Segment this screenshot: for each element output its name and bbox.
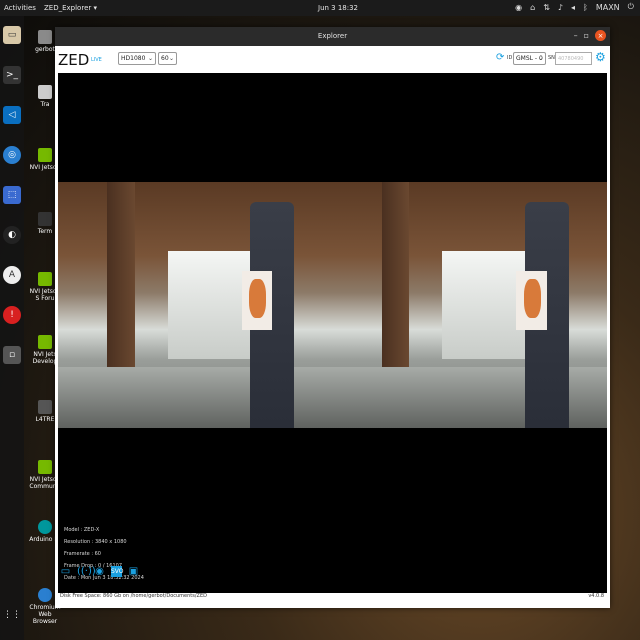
chevron-down-icon: ⌄ bbox=[537, 55, 543, 62]
sn-label: SN bbox=[548, 55, 555, 61]
top-bar: Activities ZED_Explorer ▾ Jun 3 18:32 ◉ … bbox=[0, 0, 640, 16]
camera-select[interactable]: GMSL - 0 ⌄ bbox=[513, 52, 546, 65]
action-icons: ▭ ((·)) ◉ SVO ▣ bbox=[60, 566, 139, 577]
gear-icon[interactable]: ⚙ bbox=[595, 51, 606, 63]
activities-button[interactable]: Activities bbox=[4, 4, 36, 12]
status-bar: ▭ ((·)) ◉ SVO ▣ Disk Free Space: 860 Gb … bbox=[55, 566, 610, 608]
terminal-icon[interactable]: >_ bbox=[3, 66, 21, 84]
chevron-down-icon: ⌄ bbox=[168, 55, 174, 62]
svo-icon[interactable]: SVO bbox=[111, 566, 124, 577]
vscode-icon[interactable]: ◁ bbox=[3, 106, 21, 124]
window-title: Explorer bbox=[317, 32, 348, 40]
home-icon bbox=[38, 30, 52, 44]
close-button[interactable]: × bbox=[595, 30, 606, 41]
power-icon[interactable]: ⏻ bbox=[628, 2, 634, 12]
toolbar: ZED LIVE HD1080 ⌄ 60 ⌄ ⟳ ID GMSL - 0 ⌄ S… bbox=[55, 46, 610, 73]
app-grid-icon[interactable]: ⋮⋮ bbox=[3, 606, 21, 624]
clock[interactable]: Jun 3 18:32 bbox=[318, 4, 358, 12]
stream-icon[interactable]: ((·)) bbox=[77, 566, 96, 577]
document-icon bbox=[38, 400, 52, 414]
system-tray[interactable]: ◉ ⌂ ⇅ ♪ ◂ ᛒ MAXN ⏻ bbox=[515, 2, 634, 12]
chromium-icon[interactable]: ◎ bbox=[3, 146, 21, 164]
title-bar[interactable]: Explorer – ▫ × bbox=[55, 27, 610, 46]
nvidia-icon bbox=[38, 335, 52, 349]
screenshot-icon[interactable]: ⬚ bbox=[3, 186, 21, 204]
nvidia-icon bbox=[38, 272, 52, 286]
window-icon[interactable]: ▫ bbox=[3, 346, 21, 364]
fps-select[interactable]: 60 ⌄ bbox=[158, 52, 177, 65]
chevron-down-icon: ⌄ bbox=[147, 55, 153, 62]
chromium-icon bbox=[38, 588, 52, 602]
refresh-icon[interactable]: ⟳ bbox=[496, 53, 506, 63]
nvidia-icon bbox=[38, 460, 52, 474]
resolution-select[interactable]: HD1080 ⌄ bbox=[118, 52, 156, 65]
trash-icon bbox=[38, 85, 52, 99]
video-viewport[interactable]: Model : ZED-X Resolution : 3840 x 1080 F… bbox=[58, 73, 607, 593]
info-model: Model : ZED-X bbox=[64, 527, 100, 533]
nvidia-icon bbox=[38, 148, 52, 162]
bluetooth-icon[interactable]: ᛒ bbox=[583, 3, 588, 12]
right-camera-view bbox=[332, 182, 607, 428]
disk-free-space: Disk Free Space: 860 Gb on /home/gerbot/… bbox=[60, 593, 207, 599]
minimize-button[interactable]: – bbox=[574, 31, 578, 40]
obs-icon[interactable]: ◐ bbox=[3, 226, 21, 244]
info-framerate: Framerate : 60 bbox=[64, 551, 101, 557]
zed-logo: ZED bbox=[58, 51, 90, 69]
volume-icon[interactable]: ◂ bbox=[571, 3, 575, 12]
serial-number-field[interactable]: 40780490 bbox=[555, 52, 592, 65]
mic-icon[interactable]: ♪ bbox=[558, 3, 563, 12]
power-mode-label[interactable]: MAXN bbox=[596, 3, 620, 12]
files-icon[interactable]: ▭ bbox=[3, 26, 21, 44]
arduino-icon bbox=[38, 520, 52, 534]
stereo-frame bbox=[58, 182, 607, 428]
explorer-window: Explorer – ▫ × ZED LIVE HD1080 ⌄ 60 ⌄ ⟳ … bbox=[55, 27, 610, 608]
software-icon[interactable]: A bbox=[3, 266, 21, 284]
app-menu[interactable]: ZED_Explorer ▾ bbox=[44, 4, 97, 12]
left-camera-view bbox=[58, 182, 333, 428]
nvidia-icon[interactable]: ◉ bbox=[515, 3, 522, 12]
terminal-icon bbox=[38, 212, 52, 226]
id-label: ID bbox=[507, 55, 513, 61]
alert-icon[interactable]: ! bbox=[3, 306, 21, 324]
info-resolution: Resolution : 3840 x 1080 bbox=[64, 539, 127, 545]
version-label: v4.0.8 bbox=[588, 593, 604, 599]
network-icon[interactable]: ⇅ bbox=[543, 3, 550, 12]
live-badge: LIVE bbox=[91, 57, 102, 63]
dock: ▭ >_ ◁ ◎ ⬚ ◐ A ! ▫ ⋮⋮ bbox=[0, 16, 24, 640]
folder-icon[interactable]: ▭ bbox=[60, 566, 71, 577]
maximize-button[interactable]: ▫ bbox=[584, 31, 589, 40]
record-icon[interactable]: ◉ bbox=[94, 566, 105, 577]
camera-icon[interactable]: ▣ bbox=[128, 566, 139, 577]
chat-icon[interactable]: ⌂ bbox=[530, 3, 535, 12]
